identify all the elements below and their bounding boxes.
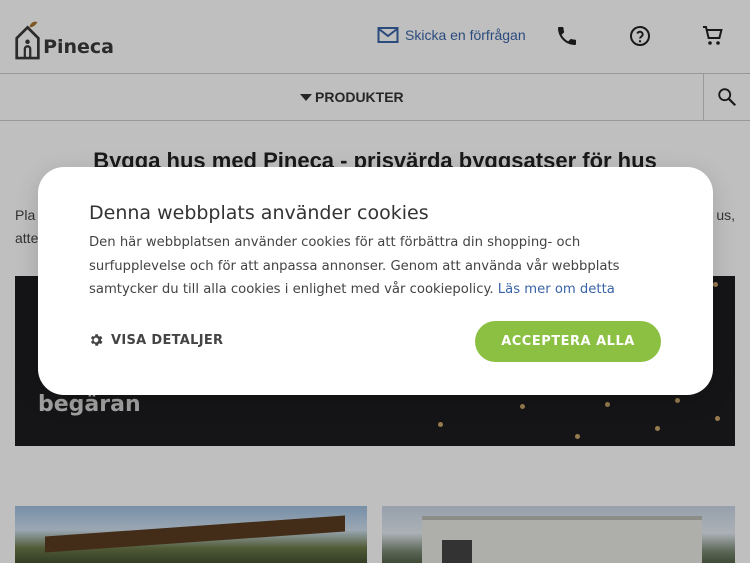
show-details-label: VISA DETALJER [111,332,224,348]
cookie-body: Den här webbplatsen använder cookies för… [89,231,649,302]
cookie-dialog: Denna webbplats använder cookies Den här… [38,167,713,395]
cookie-title: Denna webbplats använder cookies [89,202,429,224]
show-details-button[interactable]: VISA DETALJER [88,332,223,348]
gear-icon [90,334,103,346]
cookie-policy-link[interactable]: Läs mer om detta [498,282,615,297]
accept-all-button[interactable]: ACCEPTERA ALLA [475,321,661,362]
